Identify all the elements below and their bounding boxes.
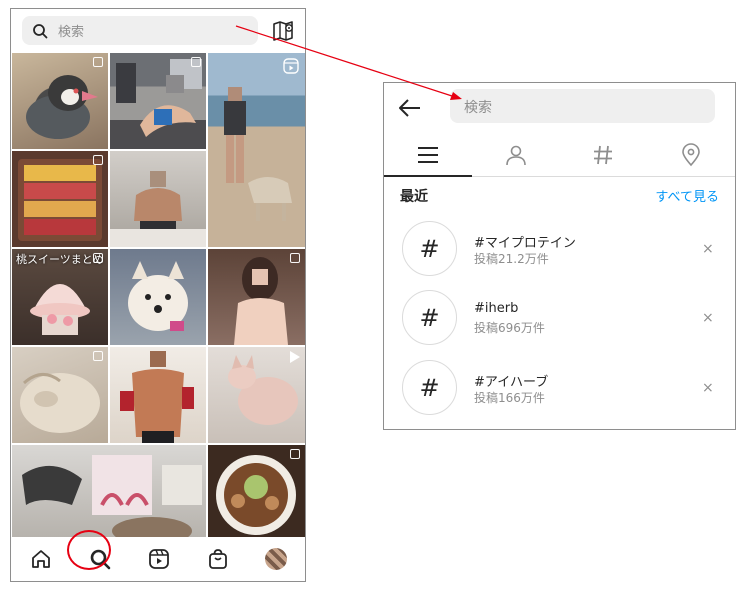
- grid-post-gym[interactable]: [110, 53, 206, 149]
- explore-screen: 検索 桃スイーツまとめ: [10, 8, 306, 582]
- reels-icon[interactable]: [147, 547, 171, 571]
- grid-post-peach-sweets[interactable]: 桃スイーツまとめ: [12, 249, 108, 345]
- tab-accounts[interactable]: [472, 133, 560, 176]
- grid-post-muscle[interactable]: [110, 347, 206, 443]
- search-tabs: [384, 133, 735, 177]
- muscle-image: [120, 351, 194, 443]
- hashtag-name: #マイプロテイン: [474, 236, 576, 251]
- hashtag-post-count: 投稿166万件: [474, 391, 545, 405]
- tab-tags[interactable]: [560, 133, 648, 176]
- multi-post-icon: [93, 155, 103, 165]
- ramen-image: [216, 455, 296, 535]
- remove-icon[interactable]: ×: [702, 380, 714, 396]
- places-icon: [682, 142, 700, 166]
- multi-post-icon: [93, 351, 103, 361]
- remove-icon[interactable]: ×: [702, 241, 714, 257]
- history-item[interactable]: # #iherb 投稿696万件 ×: [402, 290, 720, 346]
- cats-room-image: [22, 455, 202, 541]
- accounts-icon: [505, 145, 526, 165]
- reels-badge-icon: [283, 58, 299, 74]
- bottom-navigation: [11, 537, 305, 581]
- multi-post-icon: [93, 57, 103, 67]
- woman-image: [234, 257, 288, 345]
- remove-icon[interactable]: ×: [702, 310, 714, 326]
- search-history-panel: 検索 最近 すべて見る # #マイプロテイン 投稿21.2万件 × # #ihe…: [383, 82, 736, 430]
- grid-post-bird[interactable]: [12, 53, 108, 149]
- recent-heading: 最近: [400, 189, 428, 205]
- multi-post-icon: [290, 449, 300, 459]
- profile-avatar[interactable]: [265, 548, 288, 570]
- hashtag-icon: #: [402, 221, 457, 276]
- grid-post-bento[interactable]: [12, 151, 108, 247]
- search-placeholder: 検索: [58, 25, 85, 40]
- dog-image: [128, 261, 188, 331]
- hashtag-post-count: 投稿696万件: [474, 321, 545, 335]
- hashtag-icon: #: [402, 360, 457, 415]
- multi-post-icon: [93, 253, 103, 263]
- hashtag-icon: #: [402, 290, 457, 345]
- hashtag-post-count: 投稿21.2万件: [474, 252, 549, 266]
- multi-post-icon: [290, 253, 300, 263]
- grid-post-person-blurred[interactable]: [110, 151, 206, 247]
- history-item[interactable]: # #アイハーブ 投稿166万件 ×: [402, 360, 720, 416]
- home-icon[interactable]: [29, 547, 53, 571]
- back-arrow-icon[interactable]: [398, 97, 422, 119]
- grid-post-cat[interactable]: [12, 347, 108, 443]
- person-image: [110, 171, 206, 247]
- grid-post-woman-blurred[interactable]: [208, 249, 305, 345]
- grid-post-beach[interactable]: [208, 53, 305, 247]
- hashtag-name: #アイハーブ: [474, 375, 549, 390]
- history-item[interactable]: # #マイプロテイン 投稿21.2万件 ×: [402, 221, 720, 277]
- grid-post-sphynx[interactable]: [208, 347, 305, 443]
- gym-image: [116, 59, 202, 137]
- bento-image: [18, 159, 102, 241]
- beach-image: [224, 87, 292, 221]
- map-icon[interactable]: [271, 19, 295, 43]
- grid-post-cats-room[interactable]: [12, 445, 206, 541]
- video-badge-icon: [290, 351, 300, 363]
- search-icon: [33, 23, 48, 38]
- grid-post-ramen[interactable]: [208, 445, 305, 541]
- hashtag-name: #iherb: [474, 301, 519, 316]
- shop-icon[interactable]: [206, 547, 230, 571]
- post-caption: 桃スイーツまとめ: [16, 253, 104, 266]
- tags-icon: [594, 145, 613, 164]
- bird-image: [26, 75, 98, 139]
- highlight-circle: [67, 530, 111, 570]
- see-all-link[interactable]: すべて見る: [655, 186, 719, 205]
- tab-top[interactable]: [384, 133, 472, 177]
- search-input[interactable]: 検索: [22, 16, 258, 45]
- search-input[interactable]: 検索: [450, 89, 715, 123]
- grid-post-dog[interactable]: [110, 249, 206, 345]
- multi-post-icon: [191, 57, 201, 67]
- top-icon: [417, 146, 438, 163]
- tab-places[interactable]: [647, 133, 735, 176]
- cat-image: [20, 373, 100, 433]
